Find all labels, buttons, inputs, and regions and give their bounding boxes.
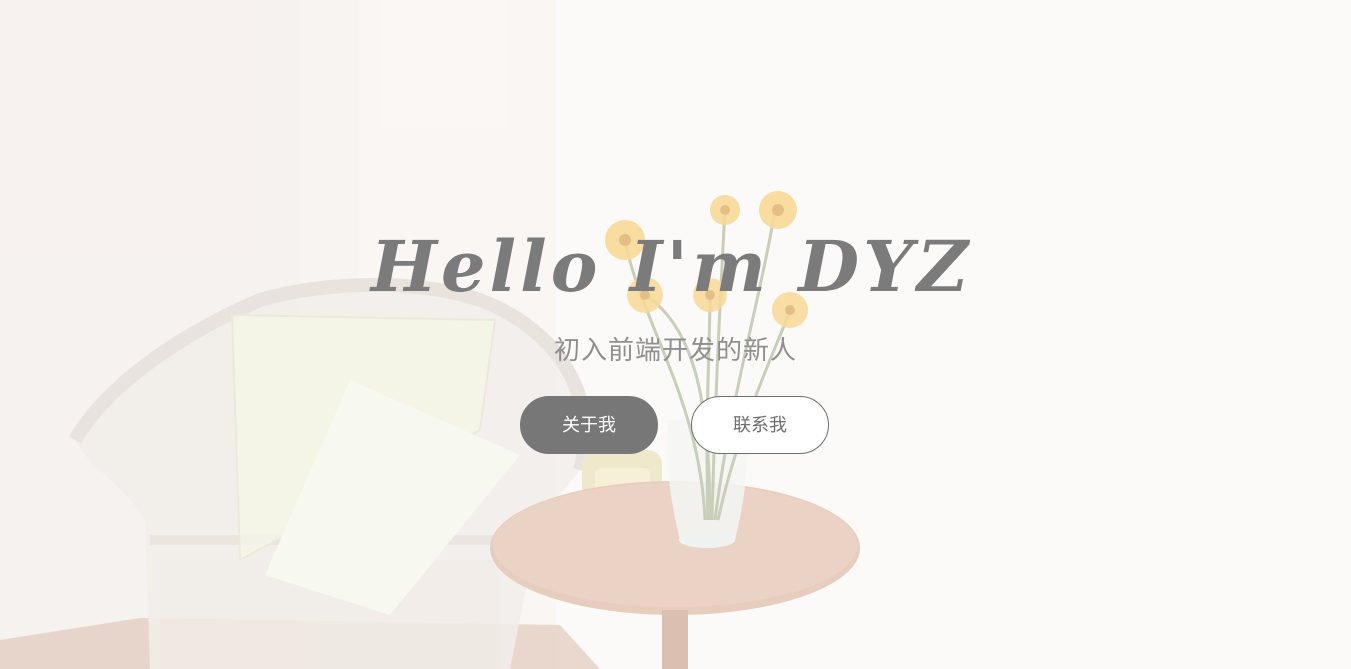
about-me-button[interactable]: 关于我 — [520, 396, 658, 454]
hero-content: Hello I'm DYZ 初入前端开发的新人 关于我 联系我 — [0, 0, 1351, 669]
hero-title: Hello I'm DYZ — [370, 225, 973, 308]
contact-me-button[interactable]: 联系我 — [691, 396, 829, 454]
hero-section: Hello I'm DYZ 初入前端开发的新人 关于我 联系我 — [0, 0, 1351, 669]
hero-subtitle: 初入前端开发的新人 — [553, 336, 797, 366]
